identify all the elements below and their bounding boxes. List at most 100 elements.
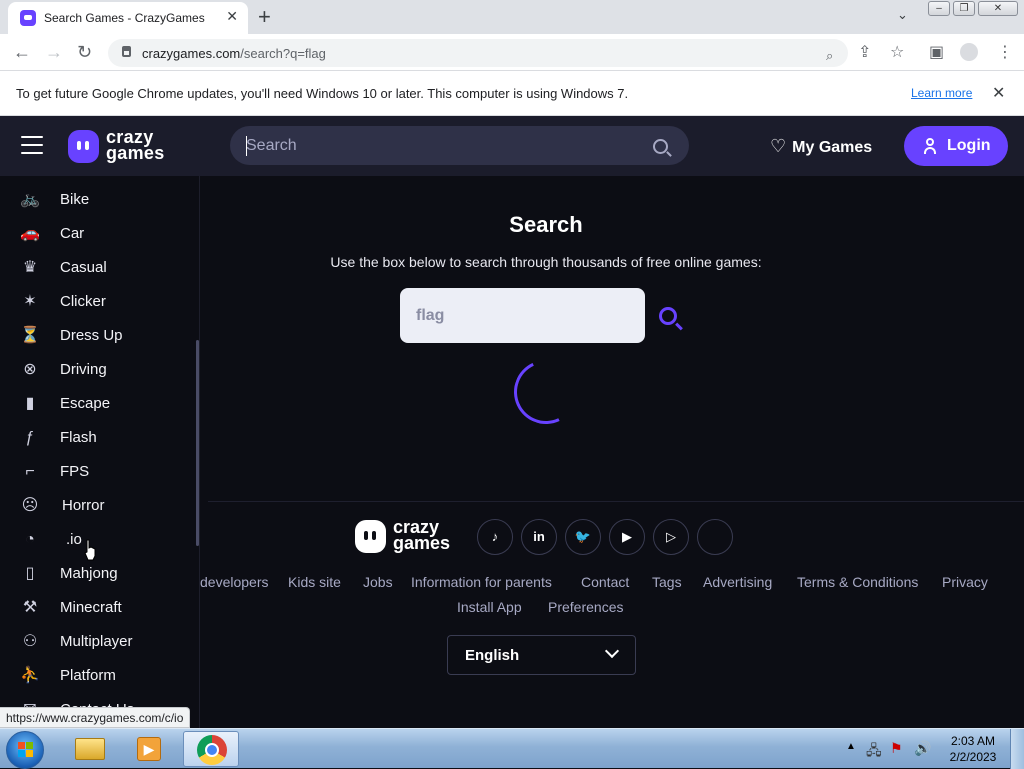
media-player-icon: ▶ [137,737,161,761]
back-arrow-icon[interactable]: ← [13,42,31,63]
footer-link-preferences[interactable]: Preferences [548,599,623,615]
new-tab-button[interactable]: + [258,4,271,30]
sidebar-item-label: Mahjong [60,565,118,582]
youtube-icon[interactable]: ▶ [609,519,645,555]
footer-link-tags[interactable]: Tags [652,574,682,590]
zoom-search-icon[interactable]: ⌕ [826,48,833,64]
footer-link-contact[interactable]: Contact [581,574,629,590]
search-page: Search Use the box below to search throu… [200,176,1024,728]
sidebar-item-label: Platform [60,667,116,684]
sidebar-item-mahjong[interactable]: ▯ Mahjong [0,557,196,591]
bookmark-star-icon[interactable]: ☆ [890,42,904,62]
footer-link-privacy[interactable]: Privacy [942,574,988,590]
header-search[interactable] [230,126,689,165]
sidebar-item-clicker[interactable]: ✶ Clicker [0,285,196,319]
restore-button[interactable]: ❐ [953,1,975,16]
sidebar-item-casual[interactable]: ♛ Casual [0,251,196,285]
sidebar-item-car[interactable]: 🚗 Car [0,217,196,251]
media-player-taskbar-button[interactable]: ▶ [122,731,178,767]
sidebar-item-dress-up[interactable]: ⏳ Dress Up [0,319,196,353]
search-field-value[interactable]: flag [416,307,444,325]
footer-link-advertising[interactable]: Advertising [703,574,772,590]
address-bar[interactable]: crazygames.com/search?q=flag ⌕ [108,39,848,67]
footer-logo[interactable]: crazy games [355,518,459,555]
flash-icon: ƒ [25,429,35,446]
my-games-button[interactable]: ♡ My Games [770,136,872,157]
footer-link-terms-conditions[interactable]: Terms & Conditions [797,574,918,590]
action-center-icon[interactable]: ⚑ [890,740,903,757]
window-close-button[interactable]: ✕ [978,1,1018,16]
sidebar-item-driving[interactable]: ⊗ Driving [0,353,196,387]
language-select[interactable]: English [447,635,636,675]
sidebar-scrollbar[interactable] [196,340,199,546]
tab-search-chevron-icon[interactable]: ⌄ [897,7,908,23]
browser-tab[interactable]: Search Games - CrazyGames ✕ [8,2,248,34]
file-explorer-taskbar-button[interactable] [62,731,118,767]
login-label: Login [947,137,991,154]
update-infobar: To get future Google Chrome updates, you… [0,71,1024,116]
reload-icon[interactable]: ↻ [77,42,92,63]
apple-icon[interactable] [697,519,733,555]
sidebar-item-horror[interactable]: ☹ Horror [0,489,196,523]
search-submit-icon[interactable] [659,307,677,325]
sidebar-item-flash[interactable]: ƒ Flash [0,421,196,455]
footer-link-information-for-parents[interactable]: Information for parents [411,574,552,590]
login-button[interactable]: Login [904,126,1008,166]
minimize-button[interactable]: – [928,1,950,16]
site-footer: crazy games ♪ in 🐦 ▶ ▷ developers Kids site Job… [200,501,1024,728]
search-field[interactable]: flag [400,288,645,343]
footer-link-developers[interactable]: developers [200,574,269,590]
browser-toolbar: ← → ↻ crazygames.com/search?q=flag ⌕ ⇪ ☆… [0,34,1024,71]
folder-icon [75,738,105,760]
menu-toggle-icon[interactable] [21,136,43,156]
google-play-icon[interactable]: ▷ [653,519,689,555]
sidebar-item-label: Dress Up [60,327,123,344]
address-url[interactable]: crazygames.com/search?q=flag [142,46,326,61]
chrome-taskbar-button[interactable] [183,731,239,767]
crazygames-favicon-icon [20,10,36,26]
sidebar-item-minecraft[interactable]: ⚒ Minecraft [0,591,196,625]
language-value: English [465,647,520,664]
footer-logo-mark-icon [355,520,386,553]
footer-link-kids-site[interactable]: Kids site [288,574,341,590]
hand-cursor-icon [84,539,96,561]
search-icon[interactable] [653,139,668,154]
category-sidebar: 🚲 Bike 🚗 Car ♛ Casual ✶ Clicker ⏳ Dress Up ⊗ Drivin… [0,176,200,728]
link-status-bubble: https://www.crazygames.com/c/io [0,707,191,728]
crazygames-logo[interactable]: crazy games [68,128,172,165]
twitter-icon[interactable]: 🐦 [565,519,601,555]
pacman-icon: ◔ [25,531,35,548]
sidebar-item-fps[interactable]: ⌐ FPS [0,455,196,489]
side-panel-icon[interactable]: ▣ [929,42,944,62]
clock-date: 2/2/2023 [949,750,997,764]
tiktok-icon[interactable]: ♪ [477,519,513,555]
volume-icon[interactable]: 🔊 [914,740,931,757]
profile-avatar-icon[interactable] [960,43,978,61]
share-icon[interactable]: ⇪ [858,42,871,62]
more-menu-icon[interactable]: ⋮ [997,42,1013,62]
forward-arrow-icon[interactable]: → [45,42,63,63]
chevron-down-icon [604,643,620,659]
start-button[interactable] [6,731,44,769]
sidebar-item-bike[interactable]: 🚲 Bike [0,183,196,217]
taskbar-clock[interactable]: 2:03 AM 2/2/2023 [944,733,1002,765]
network-icon[interactable]: 🖧 [866,740,882,764]
heart-icon: ♡ [770,136,787,156]
sidebar-item-io[interactable]: ◔ .io [0,523,196,557]
linkedin-icon[interactable]: in [521,519,557,555]
clock-time: 2:03 AM [950,734,996,748]
show-hidden-icons-arrow[interactable]: ▲ [846,741,856,752]
footer-logo-line2: games [393,533,451,553]
sidebar-item-platform[interactable]: ⛹ Platform [0,659,196,693]
footer-link-install-app[interactable]: Install App [457,599,522,615]
footer-link-jobs[interactable]: Jobs [363,574,393,590]
infobar-close-icon[interactable]: ✕ [992,83,1005,103]
show-desktop-button[interactable] [1010,729,1024,769]
header-search-input[interactable] [246,135,626,157]
user-icon [924,138,936,154]
sidebar-item-escape[interactable]: ▮ Escape [0,387,196,421]
sidebar-item-multiplayer[interactable]: ⚇ Multiplayer [0,625,196,659]
learn-more-link[interactable]: Learn more [911,86,972,100]
tab-close-icon[interactable]: ✕ [226,8,238,25]
door-icon: ▮ [25,395,35,412]
